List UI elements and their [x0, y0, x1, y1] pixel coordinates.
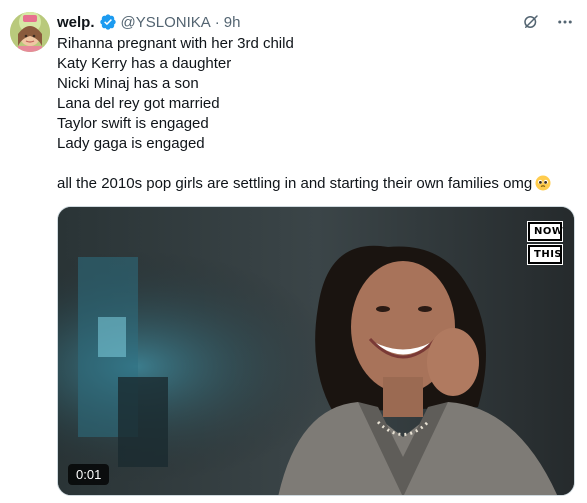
tweet-line: Lana del rey got married — [57, 95, 220, 112]
separator-dot: · — [214, 13, 220, 31]
tweet-actions — [521, 12, 575, 32]
tweet-line: Rihanna pregnant with her 3rd child — [57, 35, 294, 52]
more-icon[interactable] — [555, 12, 575, 32]
avatar-image — [10, 12, 50, 52]
display-name[interactable]: welp. — [57, 14, 95, 31]
grok-icon[interactable] — [521, 12, 541, 32]
video-frame — [58, 207, 574, 495]
nowthis-logo: NOW THIS — [528, 222, 563, 264]
tweet-line: Lady gaga is engaged — [57, 135, 205, 152]
video-player[interactable]: NOW THIS 0:01 — [57, 206, 575, 496]
closing-text: all the 2010s pop girls are settling in … — [57, 175, 533, 192]
pleading-face-emoji — [535, 175, 551, 191]
verified-badge-icon — [99, 13, 117, 31]
video-duration: 0:01 — [68, 464, 110, 485]
tweet-line: Katy Kerry has a daughter — [57, 55, 232, 72]
user-handle[interactable]: @YSLONIKA — [121, 14, 211, 31]
brand-line-this: THIS — [528, 245, 562, 264]
timestamp[interactable]: 9h — [224, 14, 241, 31]
tweet-header: welp. @YSLONIKA · 9h — [57, 12, 240, 32]
tweet-closing-line: all the 2010s pop girls are settling in … — [57, 174, 577, 194]
tweet-line: Taylor swift is engaged — [57, 115, 209, 132]
brand-line-now: NOW — [528, 222, 563, 241]
avatar[interactable] — [10, 12, 50, 52]
tweet-line: Nicki Minaj has a son — [57, 75, 199, 92]
tweet-text: Rihanna pregnant with her 3rd child Katy… — [57, 34, 577, 194]
